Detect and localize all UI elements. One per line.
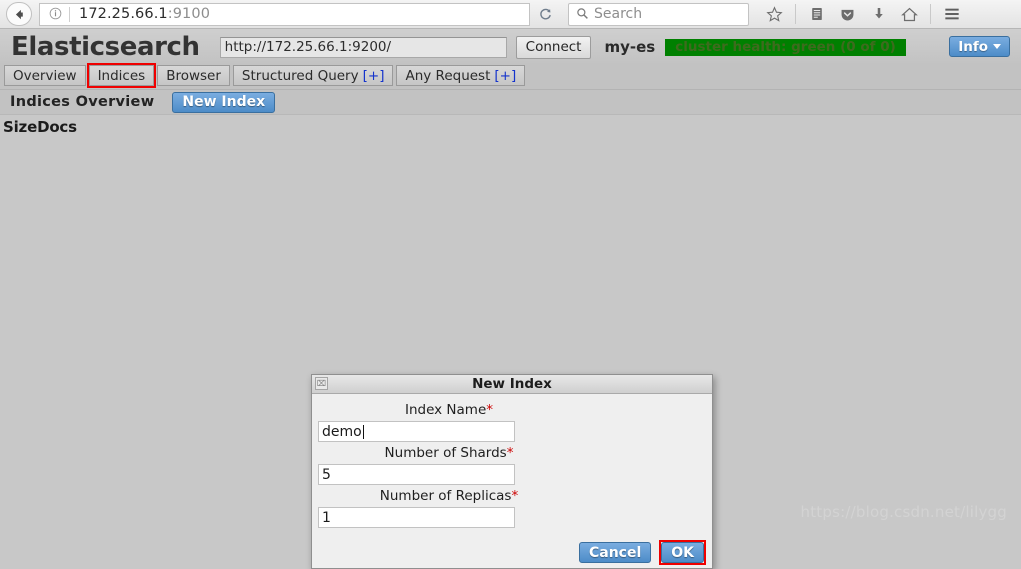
address-divider (69, 6, 70, 22)
dialog-footer: Cancel OK (312, 537, 712, 568)
library-icon[interactable] (801, 1, 832, 27)
tab-structured-query-label: Structured Query (241, 67, 359, 84)
required-marker-2: * (506, 445, 514, 461)
back-button[interactable] (6, 2, 32, 26)
info-circle-icon[interactable] (49, 5, 62, 24)
cluster-name-label: my-es (604, 38, 656, 56)
tab-any-request-label: Any Request (405, 67, 491, 84)
connect-button[interactable]: Connect (515, 35, 592, 59)
tab-overview-label: Overview (13, 67, 77, 84)
ok-button-label: OK (671, 544, 694, 561)
address-bar[interactable]: 172.25.66.1:9100 (39, 2, 530, 26)
number-of-replicas-value: 1 (322, 509, 331, 526)
number-of-shards-value: 5 (322, 466, 331, 483)
text-caret (362, 424, 364, 439)
toolbar-divider (795, 4, 796, 24)
indices-workspace: ⌧ New Index Index Name* demo Number of S… (0, 138, 1021, 569)
pocket-icon[interactable] (832, 1, 863, 27)
address-url-text: 172.25.66.1:9100 (79, 6, 211, 22)
dialog-body: Index Name* demo Number of Shards* 5 Num… (312, 394, 712, 528)
index-name-value: demo (322, 423, 362, 440)
column-header-docs: Docs (37, 117, 77, 136)
tab-overview[interactable]: Overview (4, 65, 86, 86)
watermark-text: https://blog.csdn.net/lilygg (800, 503, 1007, 521)
reload-icon (539, 8, 551, 19)
tab-any-request-plus[interactable]: [+] (494, 68, 516, 84)
number-of-replicas-input[interactable]: 1 (318, 507, 515, 528)
info-dropdown-button[interactable]: Info (949, 36, 1010, 57)
search-icon (576, 5, 589, 24)
cluster-host-input[interactable]: http://172.25.66.1:9200/ (219, 36, 507, 58)
close-icon[interactable]: ⌧ (315, 377, 328, 390)
chevron-down-icon (993, 44, 1001, 49)
page-title: Indices Overview (10, 94, 155, 110)
browser-action-icons (759, 1, 967, 27)
toolbar-divider-2 (930, 4, 931, 24)
required-marker-1: * (486, 402, 494, 418)
label-number-of-shards: Number of Shards* (318, 445, 706, 461)
home-icon[interactable] (894, 1, 925, 27)
main-tabs: Overview Indices Browser Structured Quer… (0, 63, 1021, 89)
index-name-input[interactable]: demo (318, 421, 515, 442)
dialog-title-bar: ⌧ New Index (312, 375, 712, 394)
info-button-label: Info (958, 38, 988, 55)
tab-indices[interactable]: Indices (86, 63, 157, 88)
browser-search-box[interactable]: Search (568, 2, 749, 26)
bookmark-star-icon[interactable] (759, 1, 790, 27)
number-of-shards-input[interactable]: 5 (318, 464, 515, 485)
new-index-dialog: ⌧ New Index Index Name* demo Number of S… (311, 374, 713, 569)
ok-button[interactable]: OK (659, 540, 706, 565)
elasticsearch-head-app: Elasticsearch http://172.25.66.1:9200/ C… (0, 29, 1021, 569)
app-brand-title: Elasticsearch (11, 32, 200, 62)
label-number-of-replicas-text: Number of Replicas (379, 488, 512, 504)
back-arrow-icon (15, 9, 23, 19)
cluster-health-badge: cluster health: green (0 of 0) (665, 38, 906, 56)
label-index-name-text: Index Name (404, 402, 487, 418)
tab-structured-query[interactable]: Structured Query [+] (232, 65, 394, 86)
label-index-name: Index Name* (318, 402, 706, 418)
menu-hamburger-icon[interactable] (936, 1, 967, 27)
label-number-of-replicas: Number of Replicas* (318, 488, 706, 504)
app-header: Elasticsearch http://172.25.66.1:9200/ C… (0, 29, 1021, 65)
indices-table-header: Size Docs (0, 114, 1021, 138)
dialog-title-text: New Index (472, 376, 552, 392)
required-marker-3: * (511, 488, 519, 504)
tab-structured-query-plus[interactable]: [+] (363, 68, 385, 84)
reload-button[interactable] (530, 3, 560, 26)
browser-toolbar: 172.25.66.1:9100 Search (0, 0, 1021, 29)
label-number-of-shards-text: Number of Shards (384, 445, 507, 461)
tab-browser-label: Browser (166, 67, 221, 84)
tab-any-request[interactable]: Any Request [+] (396, 65, 526, 86)
search-placeholder-text: Search (594, 6, 643, 22)
new-index-button[interactable]: New Index (172, 91, 276, 113)
cancel-button[interactable]: Cancel (578, 542, 652, 563)
downloads-icon[interactable] (863, 1, 894, 27)
tab-indices-label: Indices (97, 67, 146, 84)
tab-browser[interactable]: Browser (157, 65, 230, 86)
indices-subheader: Indices Overview New Index (0, 89, 1021, 114)
column-header-size: Size (3, 117, 38, 136)
